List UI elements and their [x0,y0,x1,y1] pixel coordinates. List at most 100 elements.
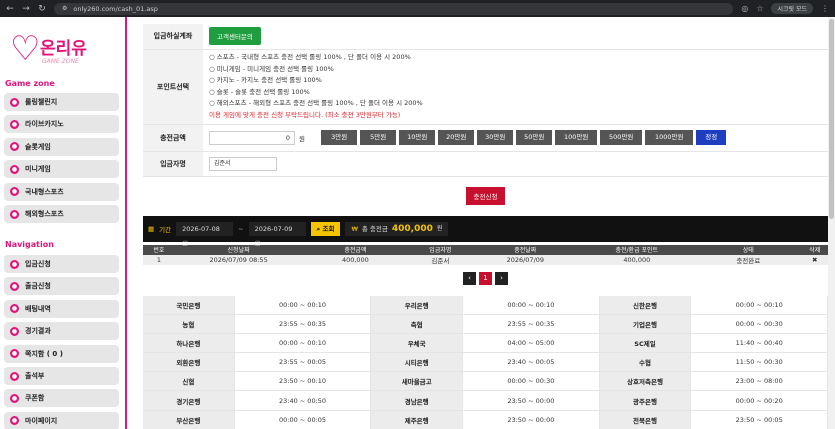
scrollbar-thumb[interactable] [829,19,834,219]
sidebar-item-nav-8[interactable]: ● 마이페이지 [4,411,119,429]
sidebar-item-game-5[interactable]: ● 국내형스포츠 [4,182,119,201]
submit-deposit-button[interactable]: 충전신청 [465,186,506,205]
bank-name: 하나은행 [143,333,235,354]
deposit-form: 입금하실계좌 고객센터문의 포인트선택 ○ 스포츠 - 국내형 스포츠 충전 선… [143,24,828,177]
bank-name: 국민은행 [143,295,235,315]
pagination: ‹ 1 › [143,271,828,285]
slot-icon: ● [10,142,19,152]
point-option-5[interactable]: ○ 해외스포츠 - 해외형 스포츠 충전 선택 롤링 100% , 단 폴더 이… [209,98,828,110]
delete-icon[interactable]: ✖ [801,254,828,265]
point-option-4[interactable]: ○ 슬롯 - 슬롯 충전 선택 롤링 100% [209,87,828,99]
bank-name: 시티은행 [371,353,464,373]
search-button[interactable]: ⌕ 조회 [310,221,341,236]
sidebar-item-nav-4[interactable]: ● 경기결과 [4,322,119,341]
sidebar-item-label: 국내형스포츠 [25,187,64,196]
sidebar-item-game-4[interactable]: ● 미니게임 [4,160,119,179]
bank-name: 축협 [371,314,464,334]
gamepad-icon: ● [10,164,19,174]
back-arrow-icon[interactable]: ← [6,4,14,14]
sidebar-item-nav-3[interactable]: ● 배팅내역 [4,299,119,318]
amount-button-5[interactable]: 30만원 [477,130,514,145]
bank-maintenance-time: 00:00 ~ 00:10 [234,295,372,315]
sidebar-item-nav-1[interactable]: ● 입금신청 [4,255,119,273]
address-bar[interactable]: ⚙ only260.com/cash_01.asp [54,2,734,15]
more-menu-icon[interactable]: ⋮ [821,4,829,13]
amount-input[interactable]: 0 [209,130,295,145]
sidebar-item-label: 마이페이지 [25,416,58,425]
sidebar-item-label: 출석부 [25,372,45,380]
sidebar-item-game-6[interactable]: ● 해외형스포츠 [4,205,119,223]
sidebar-item-label: 해외형스포츠 [25,210,64,218]
bank-maintenance-time: 23:50 ~ 00:05 [691,410,828,429]
forward-arrow-icon[interactable]: → [22,4,30,14]
bank-name: 기업은행 [599,314,692,334]
bank-maintenance-time: 11:50 ~ 00:30 [691,353,828,373]
history-header-6: 충전/환급 포인트 [578,244,696,255]
search-button-label: 조회 [322,224,335,233]
browser-toolbar: ← → ↻ ⚙ only260.com/cash_01.asp ◎ ☆ 시크릿 … [0,0,835,17]
site-logo[interactable]: ♡ 온리유 GAME ZONE [10,32,110,82]
date-from-input[interactable]: 2026-07-08 ▢ [176,221,234,247]
star-icon[interactable]: ☆ [756,4,763,13]
sidebar-item-nav-2[interactable]: ● 출금신청 [4,277,119,296]
prev-page-button[interactable]: ‹ [463,271,476,285]
date-picker-icon[interactable]: ▢ [182,239,188,247]
reset-amount-button[interactable]: 정정 [696,130,727,145]
withdraw-icon: ● [10,281,19,291]
bank-row: 외환은행 23:55 ~ 00:05 시티은행 23:40 ~ 00:05 수협 11:5… [143,353,828,373]
point-option-2[interactable]: ○ 미니게임 - 미니게임 충전 선택 롤링 100% [209,64,828,76]
search-icon: ⌕ [316,224,321,233]
site-info-icon[interactable]: ⚙ [62,5,67,12]
reload-icon[interactable]: ↻ [38,4,46,14]
sidebar: ♡ 온리유 GAME ZONE Game zone ● 롤링챌린지 ● 라이브카지노 ●… [0,17,127,429]
bank-row: 부산은행 00:00 ~ 00:05 제주은행 23:50 ~ 00:00 전북은행 23… [143,410,828,429]
amount-button-6[interactable]: 50만원 [516,130,553,145]
sidebar-item-nav-6[interactable]: ● 출석부 [4,367,119,385]
bank-name: 수협 [599,353,692,373]
total-label: 총 충전금 [361,224,388,233]
period-label: 기간 [159,225,172,234]
sidebar-item-label: 경기결과 [25,327,51,336]
history-cell: 충전완료 [695,254,802,265]
page-scrollbar[interactable] [828,17,835,429]
bank-name: 전북은행 [599,410,692,429]
page-1-button[interactable]: 1 [479,271,492,285]
sidebar-item-label: 배팅내역 [25,304,51,313]
history-header-7: 상태 [695,244,802,255]
sidebar-item-nav-7[interactable]: ● 쿠폰함 [4,389,119,408]
customer-center-button[interactable]: 고객센터문의 [209,27,261,46]
deposit-icon: ● [10,259,19,269]
main-content: 입금하실계좌 고객센터문의 포인트선택 ○ 스포츠 - 국내형 스포츠 충전 선… [143,24,828,429]
bank-name: 신협 [143,372,235,392]
amount-button-2[interactable]: 5만원 [360,130,397,145]
sidebar-item-game-2[interactable]: ● 라이브카지노 [4,115,119,134]
won-coin-icon: ₩ [351,224,358,233]
bank-row: 농협 23:55 ~ 00:35 축협 23:55 ~ 00:35 기업은행 00:00 … [143,314,828,334]
amount-button-4[interactable]: 20만원 [438,130,475,145]
sidebar-item-nav-5[interactable]: ● 쪽지함 ( 0 ) [4,344,119,363]
amount-button-7[interactable]: 100만원 [555,130,598,145]
date-to-input[interactable]: 2026-07-09 ▢ [248,221,306,247]
amount-button-9[interactable]: 1000만원 [645,130,694,145]
sidebar-item-game-1[interactable]: ● 롤링챌린지 [4,93,119,111]
bank-name: 경기은행 [143,391,235,411]
url-text: only260.com/cash_01.asp [73,4,158,13]
point-option-3[interactable]: ○ 카지노 - 카지노 충전 선택 롤링 100% [209,75,828,87]
bank-name: 신한은행 [599,295,692,315]
sidebar-item-label: 입금신청 [25,260,51,268]
depositor-input[interactable]: 김준서 [209,156,277,171]
amount-button-8[interactable]: 500만원 [600,130,643,145]
point-option-1[interactable]: ○ 스포츠 - 국내형 스포츠 충전 선택 롤링 100% , 단 폴더 이용 … [209,52,828,64]
logo-text: 온리유 [40,39,87,59]
bank-name: 제주은행 [371,410,464,429]
eye-off-icon[interactable]: ◎ [741,4,748,13]
history-header-5: 충전날짜 [472,244,579,255]
amount-button-3[interactable]: 10만원 [399,130,436,145]
sidebar-item-game-3[interactable]: ● 슬롯게임 [4,137,119,156]
bank-maintenance-time: 00:00 ~ 00:30 [463,372,600,392]
date-picker-icon[interactable]: ▢ [255,239,261,247]
incognito-profile-button[interactable]: 시크릿 모드 [771,3,813,14]
amount-button-1[interactable]: 3만원 [321,130,358,145]
bank-name: 새마을금고 [371,372,464,392]
next-page-button[interactable]: › [495,271,508,285]
